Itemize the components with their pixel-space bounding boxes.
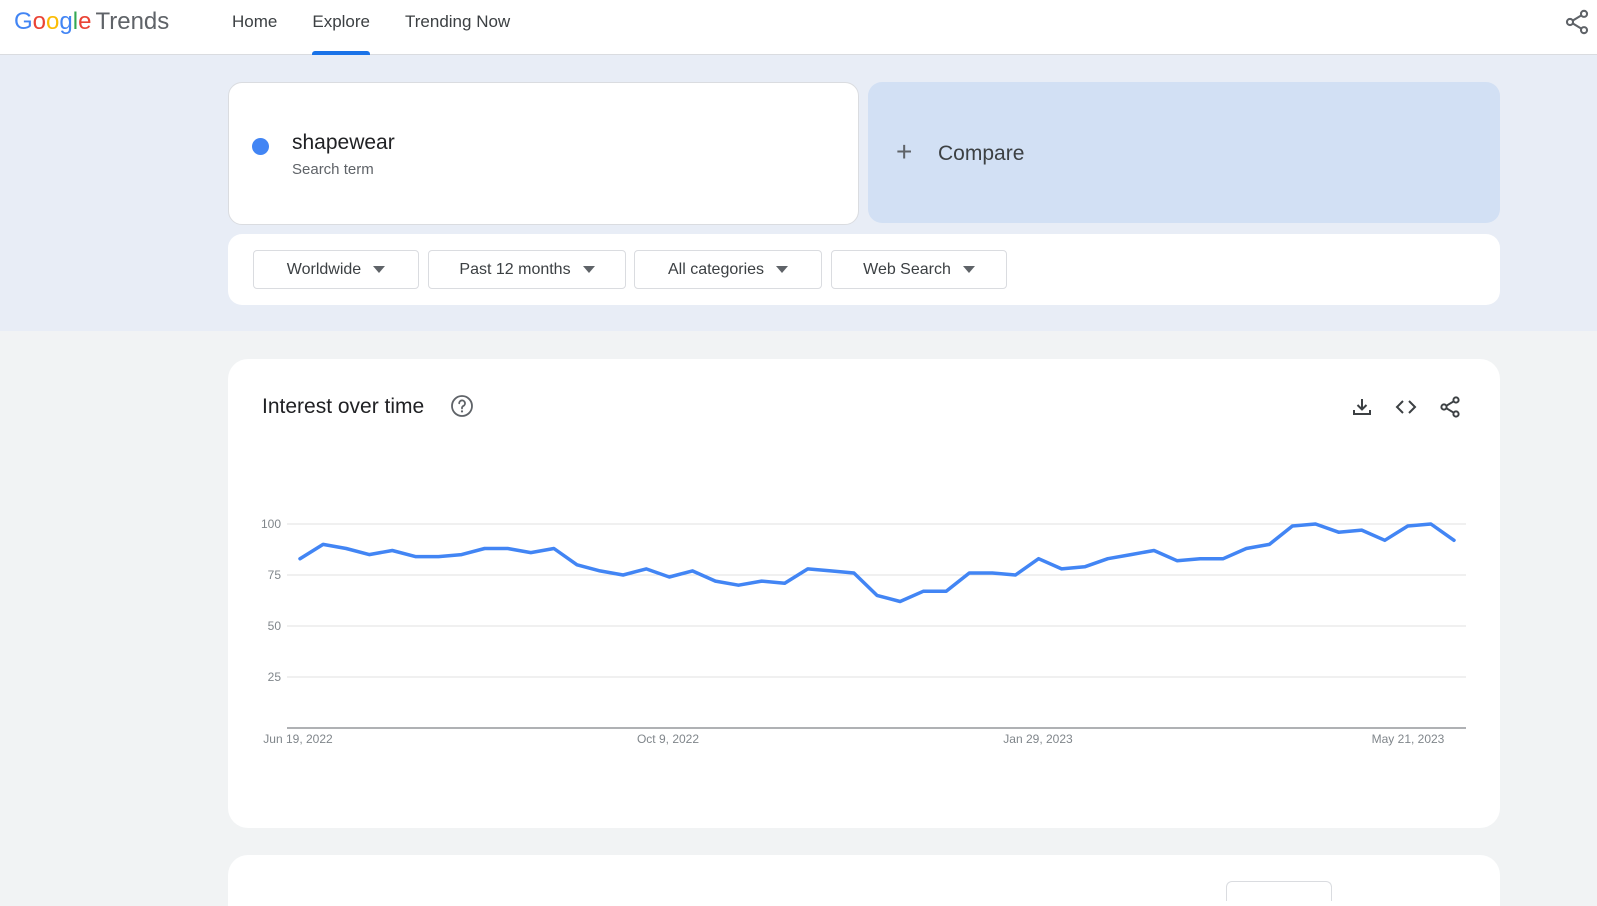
logo-letter: o [32,8,47,35]
main-nav: Home Explore Trending Now [232,0,545,55]
x-tick-label: Oct 9, 2022 [637,732,699,746]
y-tick-label: 100 [261,517,281,531]
category-dropdown[interactable]: All categories [634,250,822,289]
y-tick-label: 25 [268,670,282,684]
time-range-dropdown-label: Past 12 months [459,260,571,278]
caret-down-icon [582,266,595,273]
card-control[interactable] [1226,881,1332,901]
logo-letter: G [14,8,33,35]
tab-trending-now[interactable]: Trending Now [405,0,510,55]
search-term-type: Search term [292,161,374,178]
tab-explore[interactable]: Explore [312,0,370,55]
next-card [228,855,1500,906]
card-title: Interest over time [262,395,425,418]
logo-letter: e [78,8,92,35]
help-icon[interactable] [450,394,474,418]
caret-down-icon [373,266,386,273]
region-dropdown[interactable]: Worldwide [253,250,419,289]
interest-over-time-card: Interest over time 25 50 75 100 Jun 19, 2022… [228,359,1500,828]
time-range-dropdown[interactable]: Past 12 months [428,250,626,289]
category-dropdown-label: All categories [667,260,765,278]
search-term-name[interactable]: shapewear [292,131,395,155]
logo-trends-text: Trends [95,8,170,35]
share-icon[interactable] [1438,395,1462,419]
embed-icon[interactable] [1394,395,1418,419]
y-tick-label: 50 [268,619,282,633]
share-icon[interactable] [1563,8,1591,36]
term-color-dot [252,138,269,155]
caret-down-icon [962,266,975,273]
google-trends-logo[interactable]: Google Trends [14,6,169,38]
plus-icon: + [896,136,913,167]
download-icon[interactable] [1350,395,1374,419]
region-dropdown-label: Worldwide [286,260,362,278]
search-term-card[interactable]: shapewear Search term [228,82,859,225]
caret-down-icon [776,266,789,273]
x-tick-label: Jan 29, 2023 [1003,732,1073,746]
tab-home[interactable]: Home [232,0,277,55]
logo-letter: g [59,8,73,35]
y-tick-label: 75 [268,568,282,582]
top-bar: Google Trends Home Explore Trending Now [0,0,1597,55]
x-tick-label: Jun 19, 2022 [263,732,333,746]
compare-label: Compare [938,142,1025,165]
interest-line-chart: 25 50 75 100 Jun 19, 2022 Oct 9, 2022 Jan 29, … [261,517,1466,746]
logo-letter: o [46,8,60,35]
search-type-dropdown[interactable]: Web Search [831,250,1007,289]
series-line [298,522,1456,604]
filter-bar: Worldwide Past 12 months All categories … [228,234,1500,305]
x-tick-label: May 21, 2023 [1372,732,1445,746]
search-type-dropdown-label: Web Search [863,260,951,278]
compare-button[interactable]: + Compare [868,82,1500,223]
